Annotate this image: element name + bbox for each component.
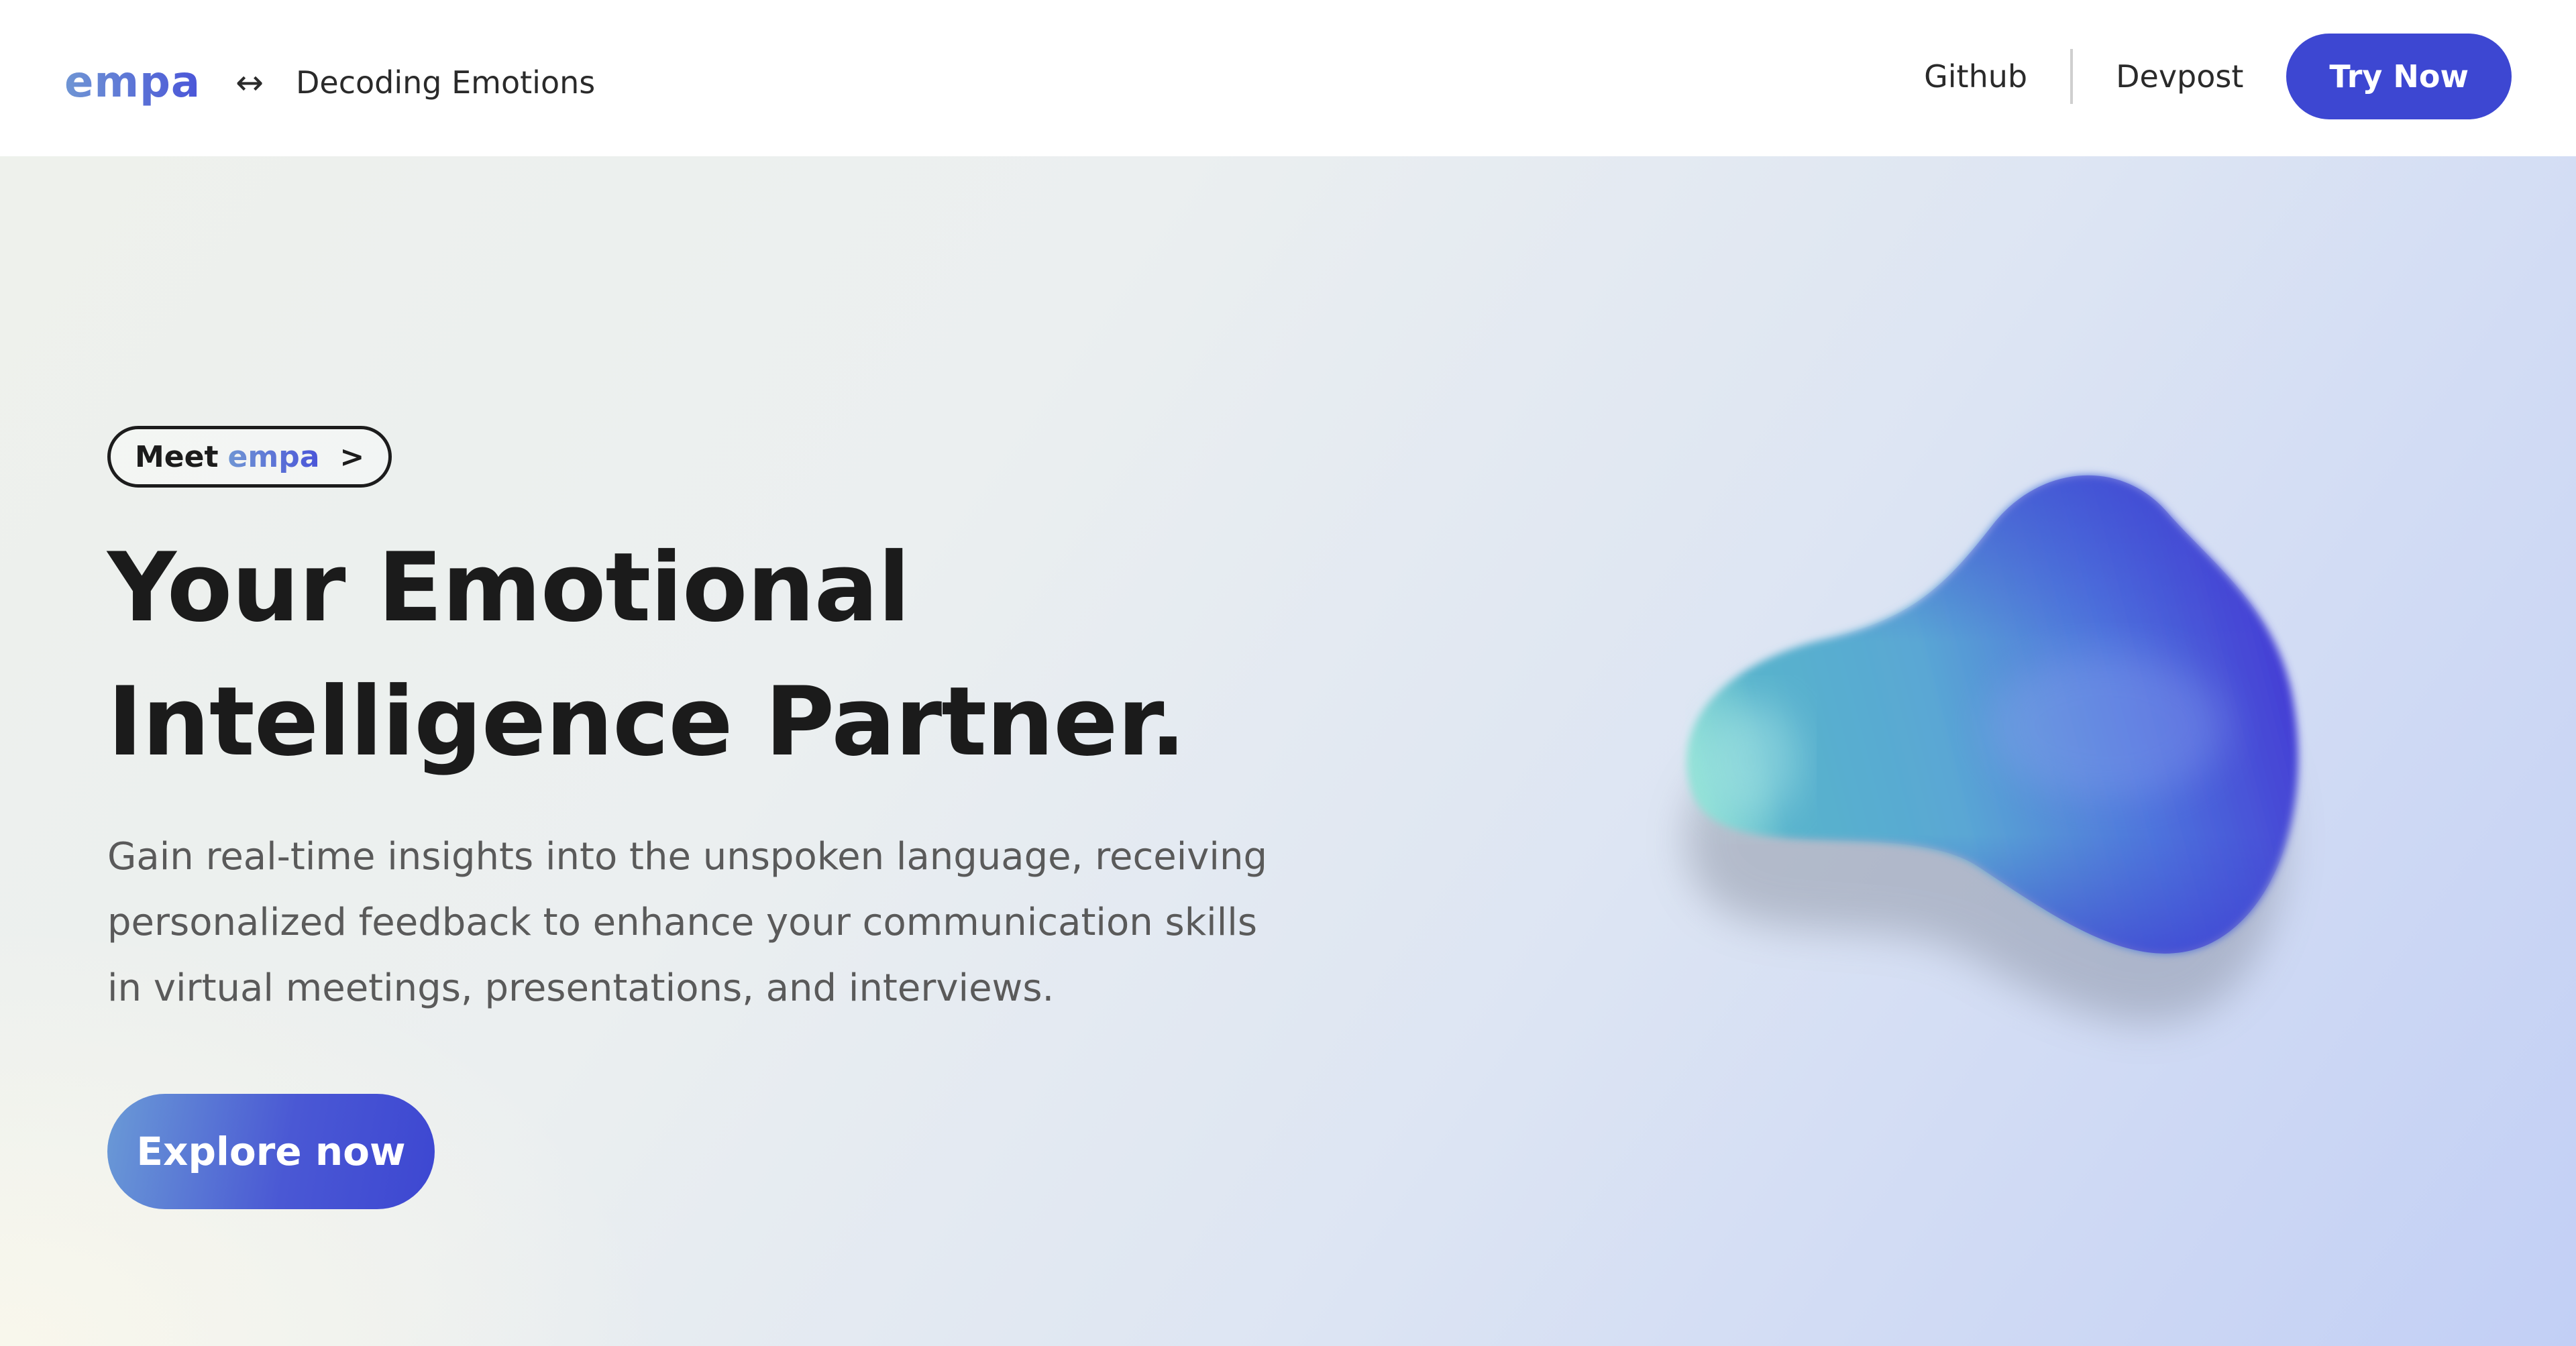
meet-empa-pill[interactable]: Meet empa > xyxy=(107,426,392,488)
site-header: empa ↔ Decoding Emotions Github Devpost … xyxy=(0,0,2576,156)
hero-subtitle: Gain real-time insights into the unspoke… xyxy=(107,835,1267,1010)
explore-now-button[interactable]: Explore now xyxy=(107,1094,435,1209)
hero-content: Meet empa > Your Emotional Intelligence … xyxy=(107,426,1382,1209)
nav-divider xyxy=(2070,49,2074,104)
nav-link-devpost[interactable]: Devpost xyxy=(2116,58,2243,95)
headline-line-2: Intelligence Partner. xyxy=(107,667,1186,777)
try-now-button[interactable]: Try Now xyxy=(2286,34,2512,119)
chevron-right-icon: > xyxy=(339,439,365,474)
meet-label: Meet xyxy=(135,439,219,474)
tagline: Decoding Emotions xyxy=(296,64,596,101)
nav-link-github[interactable]: Github xyxy=(1924,58,2027,95)
top-nav: Github Devpost Try Now xyxy=(1924,34,2512,119)
hero-section: Meet empa > Your Emotional Intelligence … xyxy=(0,156,2576,1346)
blob-illustration xyxy=(1686,475,2298,1023)
logo[interactable]: empa xyxy=(64,58,201,107)
headline-line-1: Your Emotional xyxy=(107,532,910,643)
brand: empa ↔ Decoding Emotions xyxy=(64,52,595,113)
meet-brand-label: empa xyxy=(227,439,320,474)
hero-headline: Your Emotional Intelligence Partner. xyxy=(107,521,1382,789)
bidirectional-arrow-icon: ↔ xyxy=(235,63,264,102)
